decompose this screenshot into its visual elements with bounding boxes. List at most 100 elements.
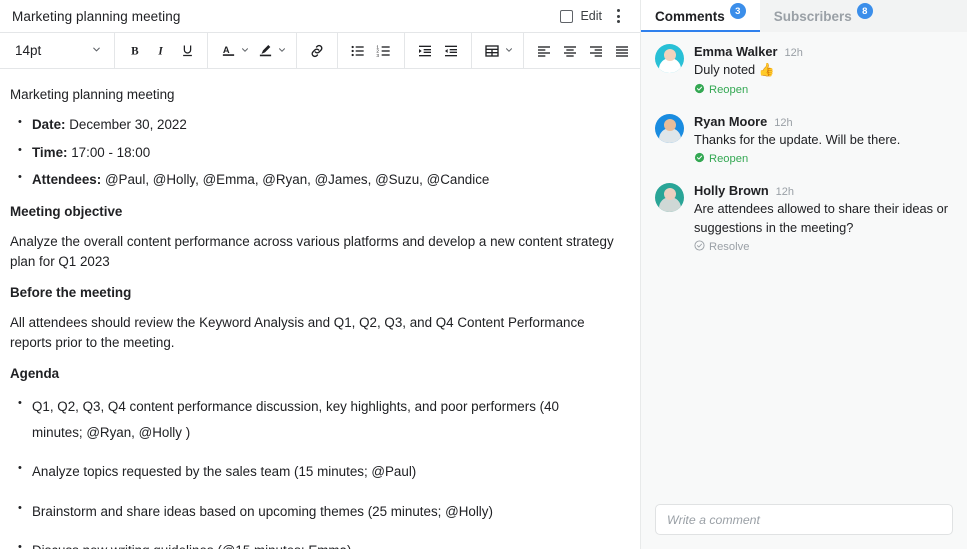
detail-label: Time: — [32, 144, 68, 160]
before-meeting-text: All attendees should review the Keyword … — [10, 315, 585, 351]
detail-label: Date: — [32, 117, 66, 133]
list-item: Attendees: @Paul, @Holly, @Emma, @Ryan, … — [10, 169, 610, 190]
toolbar-group-lists: 123 — [338, 33, 405, 68]
doc-heading: Marketing planning meeting — [10, 87, 175, 102]
detail-value: @Paul, @Holly, @Emma, @Ryan, @James, @Su… — [104, 172, 490, 188]
comment-action-label: Reopen — [709, 153, 749, 166]
page-title: Marketing planning meeting — [12, 8, 181, 24]
edit-toggle[interactable]: Edit — [560, 9, 602, 23]
detail-value: December 30, 2022 — [69, 117, 187, 133]
bulleted-list-icon[interactable] — [345, 38, 371, 64]
comment-text: Are attendees allowed to share their ide… — [694, 201, 948, 235]
toolbar-group-color: A — [208, 33, 297, 68]
comment-meta: Holly Brown 12h — [694, 183, 953, 198]
side-panel-tabs: Comments 3 Subscribers 8 — [641, 0, 967, 32]
list-item: Date: December 30, 2022 — [10, 114, 610, 135]
font-size-select[interactable]: 14pt — [7, 38, 107, 64]
toolbar-group-indent — [405, 33, 472, 68]
list-item: Discuss new writing guidelines (@15 minu… — [10, 537, 610, 549]
font-size-value: 14pt — [15, 43, 42, 58]
toolbar-group-font-size: 14pt — [0, 33, 115, 68]
comment-resolve-action[interactable]: Resolve — [694, 240, 953, 254]
document-header: Marketing planning meeting Edit — [0, 0, 640, 32]
comment-timestamp: 12h — [775, 186, 795, 199]
chevron-down-icon — [277, 42, 287, 60]
align-center-icon[interactable] — [557, 38, 583, 64]
chevron-down-icon — [504, 42, 514, 60]
comment-author: Emma Walker — [694, 44, 778, 59]
text-color-icon[interactable]: A — [215, 38, 241, 64]
avatar — [655, 183, 684, 213]
tab-subscribers-label: Subscribers — [773, 8, 852, 24]
bold-icon[interactable]: B — [122, 38, 148, 64]
align-right-icon[interactable] — [583, 38, 609, 64]
comment-reopen-action[interactable]: Reopen — [694, 83, 953, 97]
comment-author: Ryan Moore — [694, 113, 768, 129]
comment-body: Holly Brown 12h Are attendees allowed to… — [694, 183, 953, 254]
comment-item: Holly Brown 12h Are attendees allowed to… — [655, 183, 953, 254]
list-item: Brainstorm and share ideas based on upco… — [10, 498, 610, 525]
comment-text: Thanks for the update. Will be there. — [694, 131, 901, 147]
table-control[interactable] — [479, 38, 516, 64]
objective-text: Analyze the overall content performance … — [10, 233, 614, 270]
text-color-control[interactable]: A — [215, 38, 252, 64]
header-actions: Edit — [560, 7, 630, 25]
svg-text:I: I — [157, 45, 163, 57]
comment-author: Holly Brown — [694, 183, 769, 199]
comment-input[interactable]: Write a comment — [655, 504, 953, 535]
comment-composer: Write a comment — [641, 504, 967, 549]
avatar — [655, 113, 684, 143]
toolbar-group-link — [297, 33, 338, 68]
indent-increase-icon[interactable] — [412, 38, 438, 64]
app-root: Marketing planning meeting Edit 14pt B I… — [0, 0, 967, 549]
document-content[interactable]: Marketing planning meeting Date: Decembe… — [0, 69, 640, 549]
comments-list: Emma Walker 12h Duly noted 👍 Reopen Ryan… — [641, 32, 967, 504]
detail-label: Attendees: — [32, 172, 102, 188]
italic-icon[interactable]: I — [148, 38, 174, 64]
highlight-color-control[interactable] — [252, 38, 289, 64]
underline-icon[interactable] — [174, 38, 200, 64]
align-left-icon[interactable] — [531, 38, 557, 64]
kebab-menu-icon[interactable] — [610, 7, 626, 25]
tab-comments-label: Comments — [655, 8, 725, 24]
toolbar-group-align — [524, 33, 643, 68]
check-circle-outline-icon — [694, 240, 705, 254]
chevron-down-icon — [240, 42, 250, 60]
check-circle-filled-icon — [694, 83, 705, 97]
comment-timestamp: 12h — [784, 47, 803, 59]
indent-decrease-icon[interactable] — [438, 38, 464, 64]
check-circle-filled-icon — [694, 152, 705, 166]
svg-text:A: A — [222, 45, 229, 55]
tab-subscribers-badge: 8 — [856, 3, 873, 19]
link-icon[interactable] — [304, 38, 330, 64]
side-panel: Comments 3 Subscribers 8 Emma Walker 12h — [640, 0, 967, 549]
section-heading-before-meeting: Before the meeting — [10, 284, 132, 300]
comment-item: Ryan Moore 12h Thanks for the update. Wi… — [655, 113, 953, 167]
comment-meta: Emma Walker 12h — [694, 44, 953, 59]
numbered-list-icon[interactable]: 123 — [371, 38, 397, 64]
comment-action-label: Resolve — [709, 241, 750, 254]
list-item: Time: 17:00 - 18:00 — [10, 142, 610, 163]
section-heading-objective: Meeting objective — [10, 203, 123, 219]
highlight-color-icon[interactable] — [252, 38, 278, 64]
table-icon[interactable] — [479, 38, 505, 64]
svg-text:B: B — [131, 45, 139, 57]
comment-reopen-action[interactable]: Reopen — [694, 152, 953, 166]
agenda-list: Q1, Q2, Q3, Q4 content performance discu… — [10, 393, 616, 549]
tab-comments-badge: 3 — [729, 3, 746, 19]
align-justify-icon[interactable] — [609, 38, 635, 64]
formatting-toolbar: 14pt B I A 1 2 3 — [0, 32, 670, 69]
svg-text:3: 3 — [376, 53, 379, 58]
tab-comments[interactable]: Comments 3 — [641, 0, 760, 32]
editor-pane: Marketing planning meeting Edit 14pt B I… — [0, 0, 670, 549]
detail-value: 17:00 - 18:00 — [71, 144, 151, 160]
toolbar-group-table — [472, 33, 524, 68]
comment-body: Emma Walker 12h Duly noted 👍 Reopen — [694, 44, 953, 97]
tab-subscribers[interactable]: Subscribers 8 — [760, 0, 887, 32]
comment-action-label: Reopen — [709, 83, 749, 96]
comment-body: Ryan Moore 12h Thanks for the update. Wi… — [694, 114, 953, 167]
edit-checkbox[interactable] — [560, 9, 574, 23]
chevron-down-icon — [91, 42, 102, 60]
toolbar-group-text-format: B I — [115, 33, 208, 68]
list-item: Analyze topics requested by the sales te… — [10, 458, 610, 485]
